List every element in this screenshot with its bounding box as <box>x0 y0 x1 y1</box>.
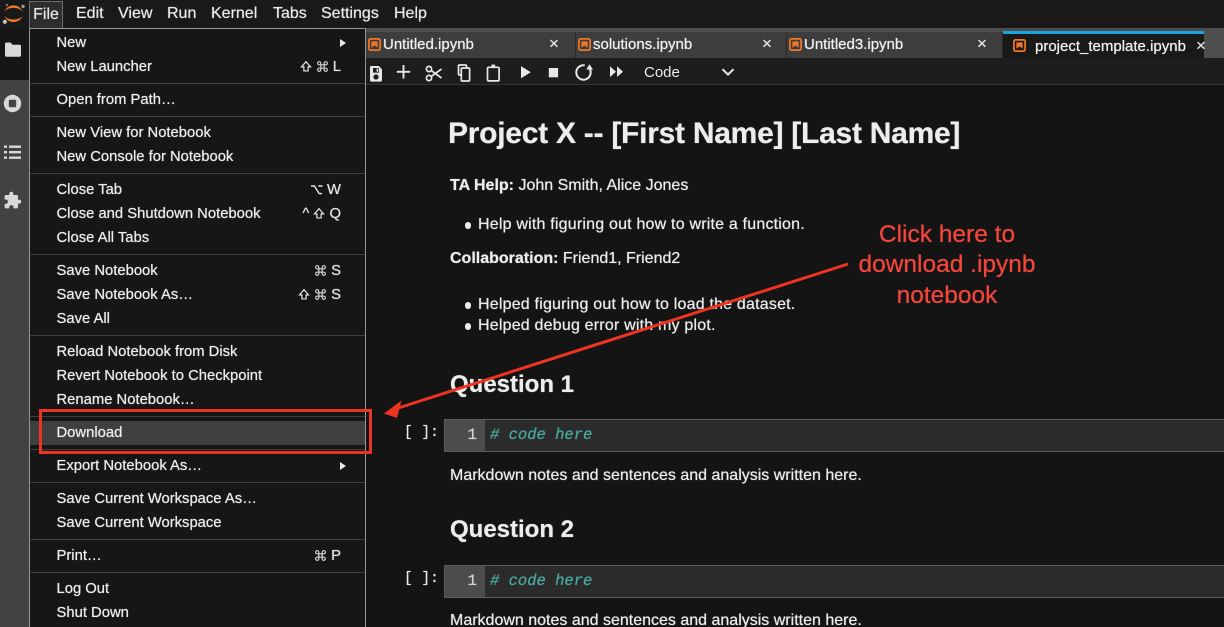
svg-text:Code: Code <box>644 64 680 81</box>
